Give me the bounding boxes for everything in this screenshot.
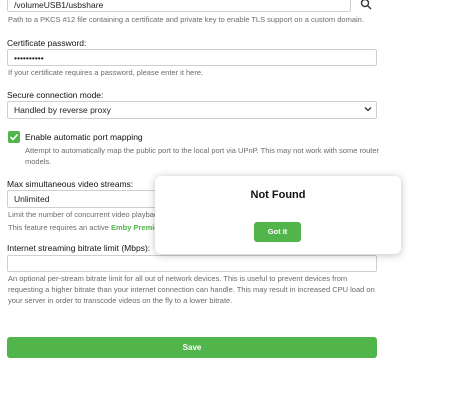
bitrate-limit-input[interactable] bbox=[7, 255, 377, 272]
secure-connection-mode-label: Secure connection mode: bbox=[7, 90, 104, 100]
video-streams-help: Limit the number of concurrent video pla… bbox=[8, 210, 158, 219]
video-streams-label: Max simultaneous video streams: bbox=[7, 179, 134, 189]
premiere-notice: This feature requires an active Emby Pre… bbox=[8, 222, 161, 233]
premiere-notice-text: This feature requires an active bbox=[8, 223, 111, 232]
bitrate-limit-help: An optional per-stream bitrate limit for… bbox=[8, 274, 375, 305]
certificate-password-value: •••••••••• bbox=[14, 53, 44, 63]
video-streams-value: Unlimited bbox=[14, 194, 50, 204]
secure-connection-mode-value: Handled by reverse proxy bbox=[14, 105, 111, 115]
not-found-dialog: Not Found Got It bbox=[155, 176, 401, 254]
certificate-password-help: If your certificate requires a password,… bbox=[8, 68, 204, 77]
bitrate-limit-label: Internet streaming bitrate limit (Mbps): bbox=[7, 243, 151, 253]
port-mapping-checkbox[interactable] bbox=[8, 131, 20, 143]
certificate-password-label: Certificate password: bbox=[7, 38, 87, 48]
certificate-path-value: /volumeUSB1/usbshare bbox=[14, 0, 104, 10]
emby-premiere-link[interactable]: Emby Premier bbox=[111, 223, 161, 232]
certificate-password-input[interactable]: •••••••••• bbox=[7, 49, 377, 66]
got-it-button[interactable]: Got It bbox=[254, 222, 301, 242]
port-mapping-label: Enable automatic port mapping bbox=[25, 132, 143, 142]
checkmark-icon bbox=[9, 133, 19, 141]
certificate-path-help: Path to a PKCS #12 file containing a cer… bbox=[8, 15, 364, 24]
save-button[interactable]: Save bbox=[7, 337, 377, 358]
chevron-down-icon bbox=[364, 105, 372, 113]
certificate-path-input[interactable]: /volumeUSB1/usbshare bbox=[7, 0, 351, 12]
dialog-title: Not Found bbox=[250, 189, 306, 201]
secure-connection-mode-select[interactable]: Handled by reverse proxy bbox=[7, 101, 377, 119]
browse-search-icon[interactable] bbox=[360, 0, 372, 10]
port-mapping-help: Attempt to automatically map the public … bbox=[25, 146, 380, 166]
